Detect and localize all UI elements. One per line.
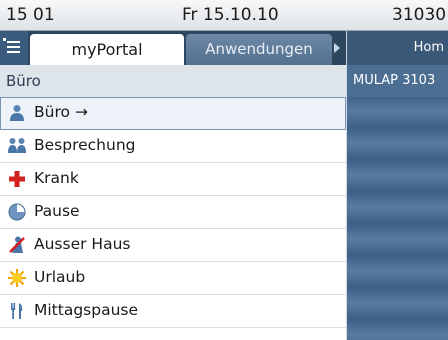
person-icon <box>10 105 24 121</box>
menu-icon-line <box>7 41 20 43</box>
clock-time: 15 01 <box>6 5 55 25</box>
tab-myportal[interactable]: myPortal <box>30 34 184 65</box>
list-item-buero[interactable]: Büro → <box>0 97 346 130</box>
phone-extension: 31030 <box>392 5 447 25</box>
sun-icon <box>8 269 26 287</box>
list-item-urlaub[interactable]: Urlaub <box>0 262 346 295</box>
list-item-besprechung[interactable]: Besprechung <box>0 130 346 163</box>
red-cross-icon <box>9 171 25 187</box>
status-group-header: Büro <box>0 65 346 98</box>
out-of-office-icon <box>9 236 25 253</box>
list-item-label: Mittagspause <box>34 301 139 319</box>
list-item-pause[interactable]: Pause <box>0 196 346 229</box>
menu-icon-dot <box>3 38 6 41</box>
clock-icon <box>8 203 26 221</box>
menu-button[interactable] <box>0 31 28 65</box>
portal-pane: myPortal Anwendungen Büro Büro → Besprec… <box>0 31 346 340</box>
list-item-label: Ausser Haus <box>34 235 131 253</box>
list-item-krank[interactable]: Krank <box>0 163 346 196</box>
status-bar: 15 01 Fr 15.10.10 31030 <box>0 0 448 31</box>
list-item-label: Pause <box>34 202 80 220</box>
current-date: Fr 15.10.10 <box>182 5 279 25</box>
meeting-icon <box>8 138 26 153</box>
list-item-ausser-haus[interactable]: Ausser Haus <box>0 229 346 262</box>
tab-scroll-right-icon[interactable] <box>334 43 340 53</box>
cutlery-icon <box>11 303 23 319</box>
home-pane-header[interactable]: Hom <box>347 31 448 65</box>
home-pane-line[interactable]: MULAP 3103 <box>347 65 448 97</box>
list-item-label: Krank <box>34 169 79 187</box>
status-list: Büro → Besprechung Krank Pause Ausser Ha… <box>0 97 346 328</box>
list-item-mittagspause[interactable]: Mittagspause <box>0 295 346 328</box>
group-header-label: Büro <box>6 72 41 90</box>
menu-icon-line <box>7 46 20 48</box>
home-pane-line-label: MULAP 3103 <box>353 73 436 88</box>
home-pane-title: Hom <box>413 40 444 55</box>
list-item-label: Besprechung <box>34 136 136 154</box>
menu-icon-line <box>7 51 20 53</box>
tab-bar: myPortal Anwendungen <box>0 31 346 65</box>
list-item-label: Urlaub <box>34 268 86 286</box>
tab-anwendungen[interactable]: Anwendungen <box>186 34 332 65</box>
list-item-label: Büro → <box>34 103 88 121</box>
home-pane: Hom MULAP 3103 <box>347 31 448 340</box>
